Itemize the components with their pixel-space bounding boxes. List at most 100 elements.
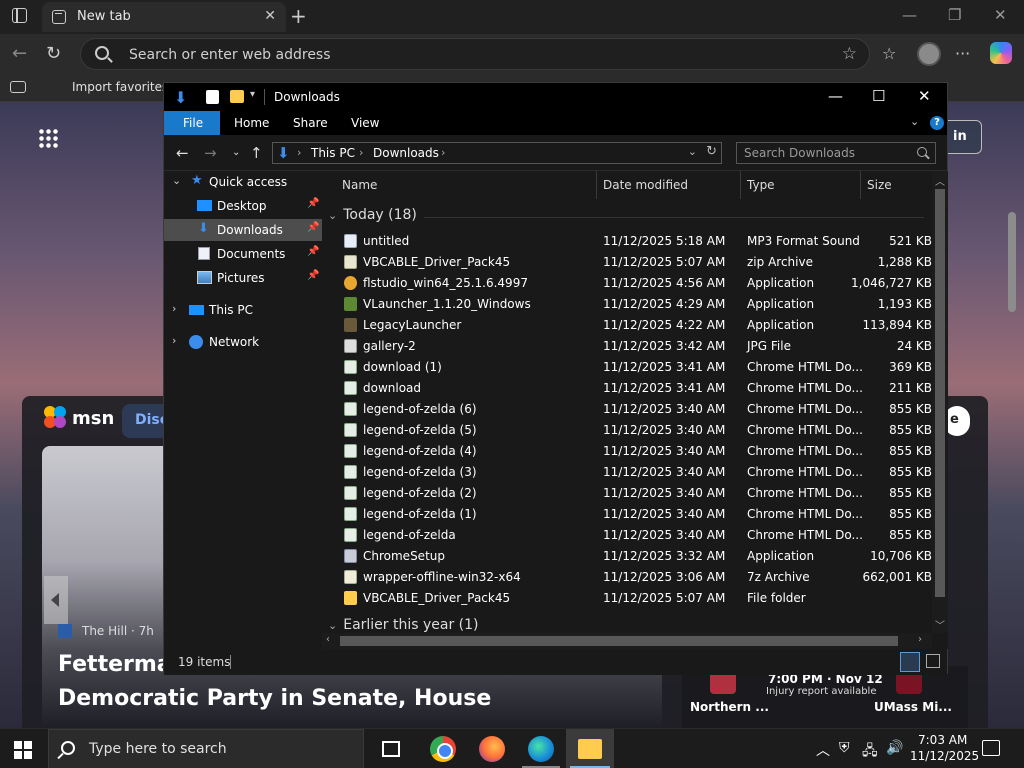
file-row[interactable]: legend-of-zelda (2) 11/12/2025 3:40 AM Chr…	[322, 483, 932, 504]
breadcrumb-separator-icon[interactable]: ›	[441, 146, 445, 159]
file-row[interactable]: legend-of-zelda (3) 11/12/2025 3:40 AM Chr…	[322, 462, 932, 483]
edge-icon[interactable]	[528, 736, 554, 762]
maximize-icon[interactable]: ☐	[872, 87, 885, 105]
security-alert-icon[interactable]: ⛨	[839, 740, 850, 756]
file-row[interactable]: ChromeSetup 11/12/2025 3:32 AM Application…	[322, 546, 932, 567]
column-header-type[interactable]: Type	[747, 178, 775, 192]
close-window-icon[interactable]: ✕	[994, 6, 1007, 24]
copilot-icon[interactable]	[990, 42, 1012, 64]
page-scrollbar[interactable]	[1008, 212, 1016, 312]
tab-new-tab[interactable]: New tab ✕	[42, 2, 286, 32]
sidebar-item-network[interactable]: › Network	[164, 331, 322, 353]
back-icon[interactable]: ←	[176, 144, 189, 162]
vertical-scrollbar[interactable]: ︿ ﹀	[932, 171, 948, 633]
expand-ribbon-icon[interactable]: ⌄	[910, 115, 919, 128]
scroll-down-icon[interactable]: ﹀	[935, 617, 945, 632]
show-hidden-icons-chevron-icon[interactable]: ︿	[816, 740, 830, 760]
file-row[interactable]: LegacyLauncher 11/12/2025 4:22 AM Applicat…	[322, 315, 932, 336]
sidebar-toggle-icon[interactable]	[10, 81, 26, 93]
file-row[interactable]: legend-of-zelda (4) 11/12/2025 3:40 AM Chr…	[322, 441, 932, 462]
file-row[interactable]: legend-of-zelda (5) 11/12/2025 3:40 AM Chr…	[322, 420, 932, 441]
file-row[interactable]: gallery-2 11/12/2025 3:42 AM JPG File 24 KB	[322, 336, 932, 357]
more-options-icon[interactable]: ···	[955, 44, 970, 63]
breadcrumb-this-pc[interactable]: This PC	[311, 146, 355, 160]
clock-date[interactable]: 11/12/2025	[910, 749, 979, 763]
favorites-icon[interactable]: ☆	[882, 44, 896, 63]
file-row[interactable]: VLauncher_1.1.20_Windows 11/12/2025 4:29 …	[322, 294, 932, 315]
path-bar[interactable]: ⬇ › This PC › Downloads › ⌄ ↻	[272, 142, 722, 164]
search-downloads-input[interactable]: Search Downloads	[736, 142, 936, 164]
group-header-today[interactable]: ⌄ Today (18)	[328, 207, 417, 223]
scroll-thumb[interactable]	[935, 189, 945, 597]
tab-share[interactable]: Share	[293, 116, 328, 130]
breadcrumb-downloads[interactable]: Downloads	[373, 146, 439, 160]
scroll-thumb[interactable]	[340, 636, 898, 646]
horizontal-scrollbar[interactable]: ‹ ›	[322, 633, 932, 649]
file-row[interactable]: untitled 11/12/2025 5:18 AM MP3 Format Sou…	[322, 231, 932, 252]
sidebar-item-documents[interactable]: Documents 📌	[164, 243, 322, 265]
column-divider[interactable]	[596, 171, 597, 199]
sidebar-item-this-pc[interactable]: › This PC	[164, 299, 322, 321]
chrome-icon[interactable]	[430, 736, 456, 762]
sidebar-item-downloads[interactable]: ⬇ Downloads 📌	[164, 219, 322, 241]
clock-time[interactable]: 7:03 AM	[918, 733, 967, 747]
windows-start-icon[interactable]	[14, 741, 32, 759]
minimize-icon[interactable]: —	[902, 6, 917, 24]
file-row[interactable]: download (1) 11/12/2025 3:41 AM Chrome HTM…	[322, 357, 932, 378]
favorite-star-icon[interactable]: ☆	[842, 44, 857, 64]
notifications-icon[interactable]	[982, 740, 1000, 756]
new-tab-button[interactable]: +	[290, 4, 307, 28]
column-header-name[interactable]: Name	[342, 178, 377, 192]
restore-icon[interactable]: ❐	[948, 6, 961, 24]
file-row[interactable]: VBCABLE_Driver_Pack45 11/12/2025 5:07 AM F…	[322, 588, 932, 609]
chevron-right-icon[interactable]: ›	[172, 302, 176, 315]
column-divider[interactable]	[860, 171, 861, 199]
sidebar-item-pictures[interactable]: Pictures 📌	[164, 267, 322, 289]
chevron-down-icon[interactable]: ⌄	[172, 174, 181, 187]
tab-view[interactable]: View	[351, 116, 379, 130]
back-icon[interactable]: ←	[12, 43, 27, 64]
file-row[interactable]: legend-of-zelda 11/12/2025 3:40 AM Chrome …	[322, 525, 932, 546]
minimize-icon[interactable]: —	[828, 87, 843, 105]
file-row[interactable]: legend-of-zelda (6) 11/12/2025 3:40 AM Chr…	[322, 399, 932, 420]
tab-home[interactable]: Home	[234, 116, 269, 130]
profile-avatar[interactable]	[917, 42, 941, 66]
close-icon[interactable]: ✕	[918, 87, 931, 105]
recent-locations-icon[interactable]: ⌄	[232, 147, 240, 158]
breadcrumb-separator-icon[interactable]: ›	[359, 146, 363, 159]
scroll-left-icon[interactable]: ‹	[326, 634, 330, 645]
address-bar[interactable]: Search or enter web address ☆	[80, 38, 870, 70]
file-explorer-icon[interactable]	[578, 739, 602, 759]
scroll-up-icon[interactable]: ︿	[935, 173, 945, 188]
details-view-icon[interactable]	[900, 652, 920, 672]
help-icon[interactable]: ?	[930, 116, 944, 130]
tab-file[interactable]: File	[164, 111, 220, 135]
carousel-prev-button[interactable]	[44, 576, 68, 624]
app-launcher-icon[interactable]	[38, 128, 58, 148]
path-history-dropdown-icon[interactable]: ⌄	[688, 145, 697, 158]
taskbar-search-box[interactable]: Type here to search	[48, 729, 364, 768]
new-folder-icon[interactable]	[230, 90, 244, 103]
task-view-icon[interactable]	[382, 741, 400, 757]
file-row[interactable]: wrapper-offline-win32-x64 11/12/2025 3:06…	[322, 567, 932, 588]
column-divider[interactable]	[740, 171, 741, 199]
file-row[interactable]: download 11/12/2025 3:41 AM Chrome HTML Do…	[322, 378, 932, 399]
sidebar-item-quick-access[interactable]: ⌄ ★ Quick access	[164, 171, 322, 193]
import-favorites-link[interactable]: Import favorites	[50, 80, 168, 94]
refresh-icon[interactable]: ↻	[46, 43, 61, 64]
file-row[interactable]: VBCABLE_Driver_Pack45 11/12/2025 5:07 AM z…	[322, 252, 932, 273]
up-icon[interactable]: ↑	[250, 144, 263, 162]
properties-icon[interactable]	[206, 90, 219, 104]
sports-score-card[interactable]: 7:00 PM · Nov 12 Injury report available…	[682, 666, 968, 728]
volume-icon[interactable]: 🔊	[886, 740, 903, 756]
firefox-icon[interactable]	[479, 736, 505, 762]
column-header-date-modified[interactable]: Date modified	[603, 178, 688, 192]
customize-toolbar-icon[interactable]: ▾	[250, 89, 255, 100]
column-header-size[interactable]: Size	[867, 178, 892, 192]
large-icons-view-icon[interactable]	[926, 654, 940, 668]
scroll-right-icon[interactable]: ›	[918, 634, 922, 645]
file-row[interactable]: flstudio_win64_25.1.6.4997 11/12/2025 4:5…	[322, 273, 932, 294]
refresh-icon[interactable]: ↻	[706, 144, 717, 159]
breadcrumb-separator-icon[interactable]: ›	[297, 146, 301, 159]
file-row[interactable]: legend-of-zelda (1) 11/12/2025 3:40 AM Chr…	[322, 504, 932, 525]
